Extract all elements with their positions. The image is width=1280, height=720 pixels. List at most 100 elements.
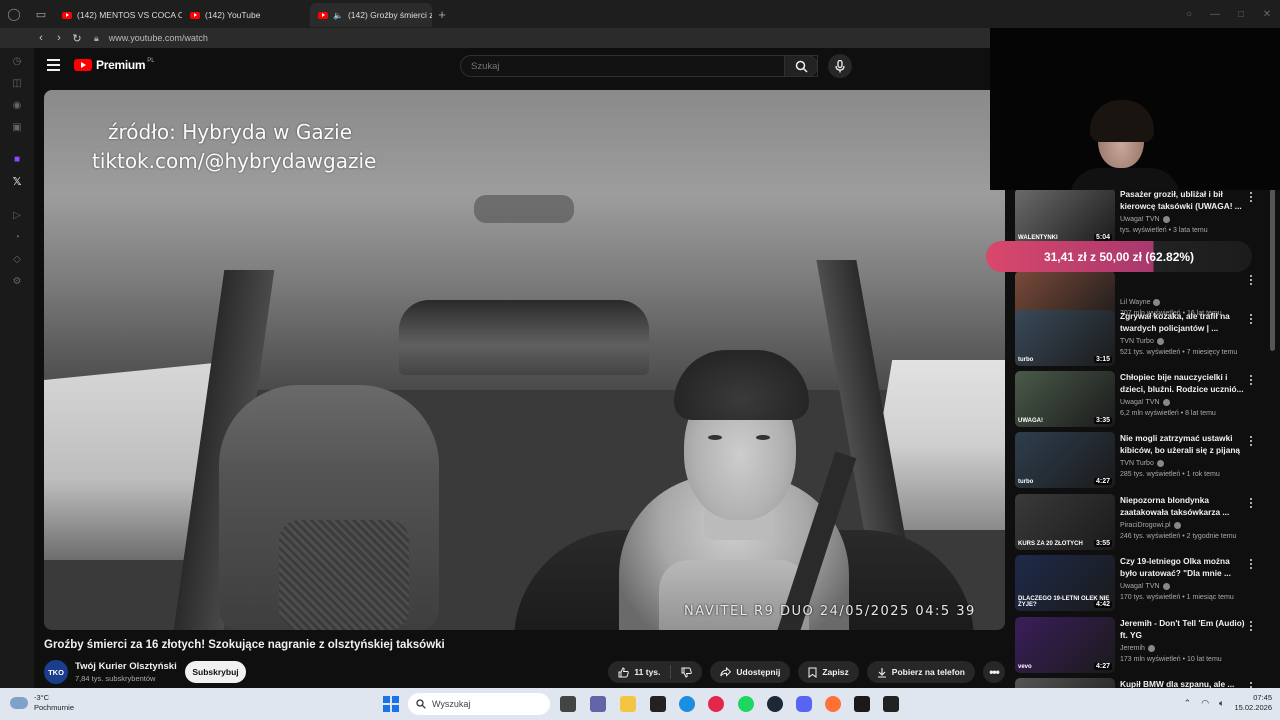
android-app-icon[interactable] xyxy=(854,696,870,712)
sidebar-player-icon[interactable]: ▷ xyxy=(10,208,24,222)
task-view-icon[interactable] xyxy=(560,696,576,712)
recommendation-channel[interactable]: Lil Wayne xyxy=(1120,299,1161,306)
recommendation-item[interactable]: KURS ZA 20 ZŁOTYCH 3:55 Niepozorna blondyn… xyxy=(1013,494,1268,552)
sidebar-gamepad-icon[interactable]: ◉ xyxy=(10,98,24,112)
recommendation-title[interactable]: Niepozorna blondynka zaatakowała taksówk… xyxy=(1120,495,1246,518)
youtube-logo[interactable]: Premium PL xyxy=(74,58,155,72)
recommendation-thumbnail[interactable]: WALENTYNKI 5:04 xyxy=(1015,188,1115,244)
recommendation-channel[interactable]: Uwaga! TVN xyxy=(1120,399,1170,406)
recommendation-channel[interactable]: TVN Turbo xyxy=(1120,460,1164,467)
x-twitter-icon[interactable]: 𝕏 xyxy=(10,174,24,188)
edge-icon[interactable] xyxy=(679,696,695,712)
taskbar-search[interactable]: Wyszukaj xyxy=(408,693,550,715)
more-vertical-icon[interactable] xyxy=(1246,312,1256,326)
download-button[interactable]: Pobierz na telefon xyxy=(866,661,975,683)
search-box[interactable] xyxy=(460,55,818,77)
recommendation-title[interactable]: Zgrywał kozaka, ale trafił na twardych p… xyxy=(1120,311,1246,334)
maximize-button[interactable]: □ xyxy=(1228,0,1254,28)
twitch-icon[interactable]: ■ xyxy=(10,152,24,166)
recommendation-channel[interactable]: TVN Turbo xyxy=(1120,338,1164,345)
terminal-icon[interactable] xyxy=(883,696,899,712)
tab-youtube[interactable]: (142) YouTube xyxy=(182,3,310,27)
teams-icon[interactable] xyxy=(590,696,606,712)
weather-text: -3°C Pochmurnie xyxy=(34,693,74,713)
back-button[interactable]: ‹ xyxy=(32,28,50,48)
voice-search-button[interactable] xyxy=(828,54,852,78)
discord-icon[interactable] xyxy=(796,696,812,712)
chevron-up-icon[interactable]: ⌃ xyxy=(1184,698,1192,709)
recommendation-item[interactable]: WALENTYNKI 5:04 Pasażer groził, ubliżał i … xyxy=(1013,188,1268,246)
recommendation-title[interactable]: Chłopiec bije nauczycielki i dzieci, blu… xyxy=(1120,372,1246,395)
epic-games-icon[interactable] xyxy=(650,696,666,712)
url-field[interactable]: www.youtube.com/watch xyxy=(109,33,208,43)
recommendations-scrollbar[interactable] xyxy=(1270,186,1275,351)
sidebar-bag-icon[interactable]: ◫ xyxy=(10,76,24,90)
spotify-icon[interactable] xyxy=(738,696,754,712)
file-explorer-icon[interactable] xyxy=(620,696,636,712)
more-vertical-icon[interactable] xyxy=(1246,434,1256,448)
windows-start-icon[interactable] xyxy=(383,696,399,712)
recommendation-item[interactable]: turbo 4:27 Nie mogli zatrzymać ustawki kib… xyxy=(1013,432,1268,490)
sidebar-clock-icon[interactable]: ◔ xyxy=(10,230,24,244)
clock[interactable]: 07:45 15.02.2026 xyxy=(1234,693,1272,713)
more-vertical-icon[interactable] xyxy=(1246,273,1256,287)
recommendation-thumbnail[interactable]: UWAGA! 3:35 xyxy=(1015,371,1115,427)
recommendation-thumbnail[interactable]: vevo 4:27 xyxy=(1015,617,1115,673)
tab-current-video[interactable]: 🔈 (142) Groźby śmierci z xyxy=(310,3,432,27)
recommendation-item[interactable]: DLACZEGO 19-LETNI OLEK NIE ŻYJE? 4:42 Czy … xyxy=(1013,555,1268,613)
channel-avatar[interactable]: TKO xyxy=(44,660,68,684)
reload-button[interactable]: ↻ xyxy=(68,28,86,48)
more-vertical-icon[interactable] xyxy=(1246,557,1256,571)
recommendation-title[interactable]: Pasażer groził, ubliżał i bił kierowcę t… xyxy=(1120,189,1246,212)
recommendation-thumbnail[interactable]: turbo 3:15 xyxy=(1015,310,1115,366)
search-button[interactable] xyxy=(784,55,818,77)
forward-button[interactable]: › xyxy=(50,28,68,48)
tab-mentos[interactable]: (142) MENTOS VS COCA C xyxy=(54,3,182,27)
opera-icon[interactable] xyxy=(708,696,724,712)
close-button[interactable]: ✕ xyxy=(1254,0,1280,28)
video-player[interactable]: źródło: Hybryda w Gazie tiktok.com/@hybr… xyxy=(44,90,1005,630)
recommendation-title[interactable]: Nie mogli zatrzymać ustawki kibiców, bo … xyxy=(1120,433,1246,457)
recommendation-thumbnail[interactable]: KURS ZA 20 ZŁOTYCH 3:55 xyxy=(1015,494,1115,550)
channel-name[interactable]: Twój Kurier Olsztyński xyxy=(75,661,177,672)
dislike-button[interactable] xyxy=(671,661,702,683)
recommendation-item[interactable]: turbo 3:15 Zgrywał kozaka, ale trafił na t… xyxy=(1013,310,1268,368)
recommendation-thumbnail[interactable]: turbo 4:27 xyxy=(1015,432,1115,488)
sidebar-settings-icon[interactable]: ⚙ xyxy=(10,274,24,288)
wifi-icon[interactable]: ◠ xyxy=(1201,698,1209,709)
recommendation-channel[interactable]: Uwaga! TVN xyxy=(1120,583,1170,590)
more-vertical-icon[interactable] xyxy=(1246,619,1256,633)
new-tab-button[interactable]: + xyxy=(432,4,452,24)
save-button[interactable]: Zapisz xyxy=(798,661,859,683)
more-vertical-icon[interactable] xyxy=(1246,190,1256,204)
more-vertical-icon[interactable] xyxy=(1246,373,1256,387)
recommendation-channel[interactable]: Jeremih xyxy=(1120,645,1155,652)
like-button[interactable]: 11 tys. xyxy=(608,661,670,683)
recommendation-title[interactable]: Czy 19-letniego Olka można było uratować… xyxy=(1120,556,1246,579)
share-button[interactable]: Udostępnij xyxy=(710,661,791,683)
weather-widget[interactable]: -3°C Pochmurnie xyxy=(10,693,74,713)
volume-icon[interactable]: 🔈︎ xyxy=(1219,698,1224,709)
subscribe-button[interactable]: Subskrybuj xyxy=(185,661,246,683)
speaker-icon[interactable]: 🔈 xyxy=(333,11,343,20)
more-vertical-icon[interactable] xyxy=(1246,496,1256,510)
recommendation-thumbnail[interactable]: DLACZEGO 19-LETNI OLEK NIE ŻYJE? 4:42 xyxy=(1015,555,1115,611)
steam-icon[interactable] xyxy=(767,696,783,712)
recommendation-item[interactable]: vevo 4:27 Jeremih - Don't Tell 'Em (Audio)… xyxy=(1013,617,1268,675)
lock-icon[interactable]: 🔒︎ xyxy=(94,33,99,44)
recommendation-title[interactable]: Jeremih - Don't Tell 'Em (Audio) ft. YG xyxy=(1120,618,1246,641)
menu-icon[interactable] xyxy=(47,59,60,71)
sidebar-notes-icon[interactable]: ▣ xyxy=(10,120,24,134)
recommendation-channel[interactable]: PiraciDrogowi.pl xyxy=(1120,522,1181,529)
browser-logo-icon[interactable]: ◯ xyxy=(0,0,28,28)
firefox-icon[interactable] xyxy=(825,696,841,712)
minimize-button[interactable]: — xyxy=(1202,0,1228,28)
recommendation-channel[interactable]: Uwaga! TVN xyxy=(1120,216,1170,223)
search-input[interactable] xyxy=(471,60,751,72)
sidebar-history-icon[interactable]: ◷ xyxy=(10,54,24,68)
more-actions-button[interactable]: ••• xyxy=(983,661,1005,683)
search-tabs-icon[interactable]: ○ xyxy=(1176,0,1202,28)
sidebar-cube-icon[interactable]: ◇ xyxy=(10,252,24,266)
recommendation-item[interactable]: UWAGA! 3:35 Chłopiec bije nauczycielki i d… xyxy=(1013,371,1268,429)
tab-list-icon[interactable]: ▭ xyxy=(28,0,54,28)
